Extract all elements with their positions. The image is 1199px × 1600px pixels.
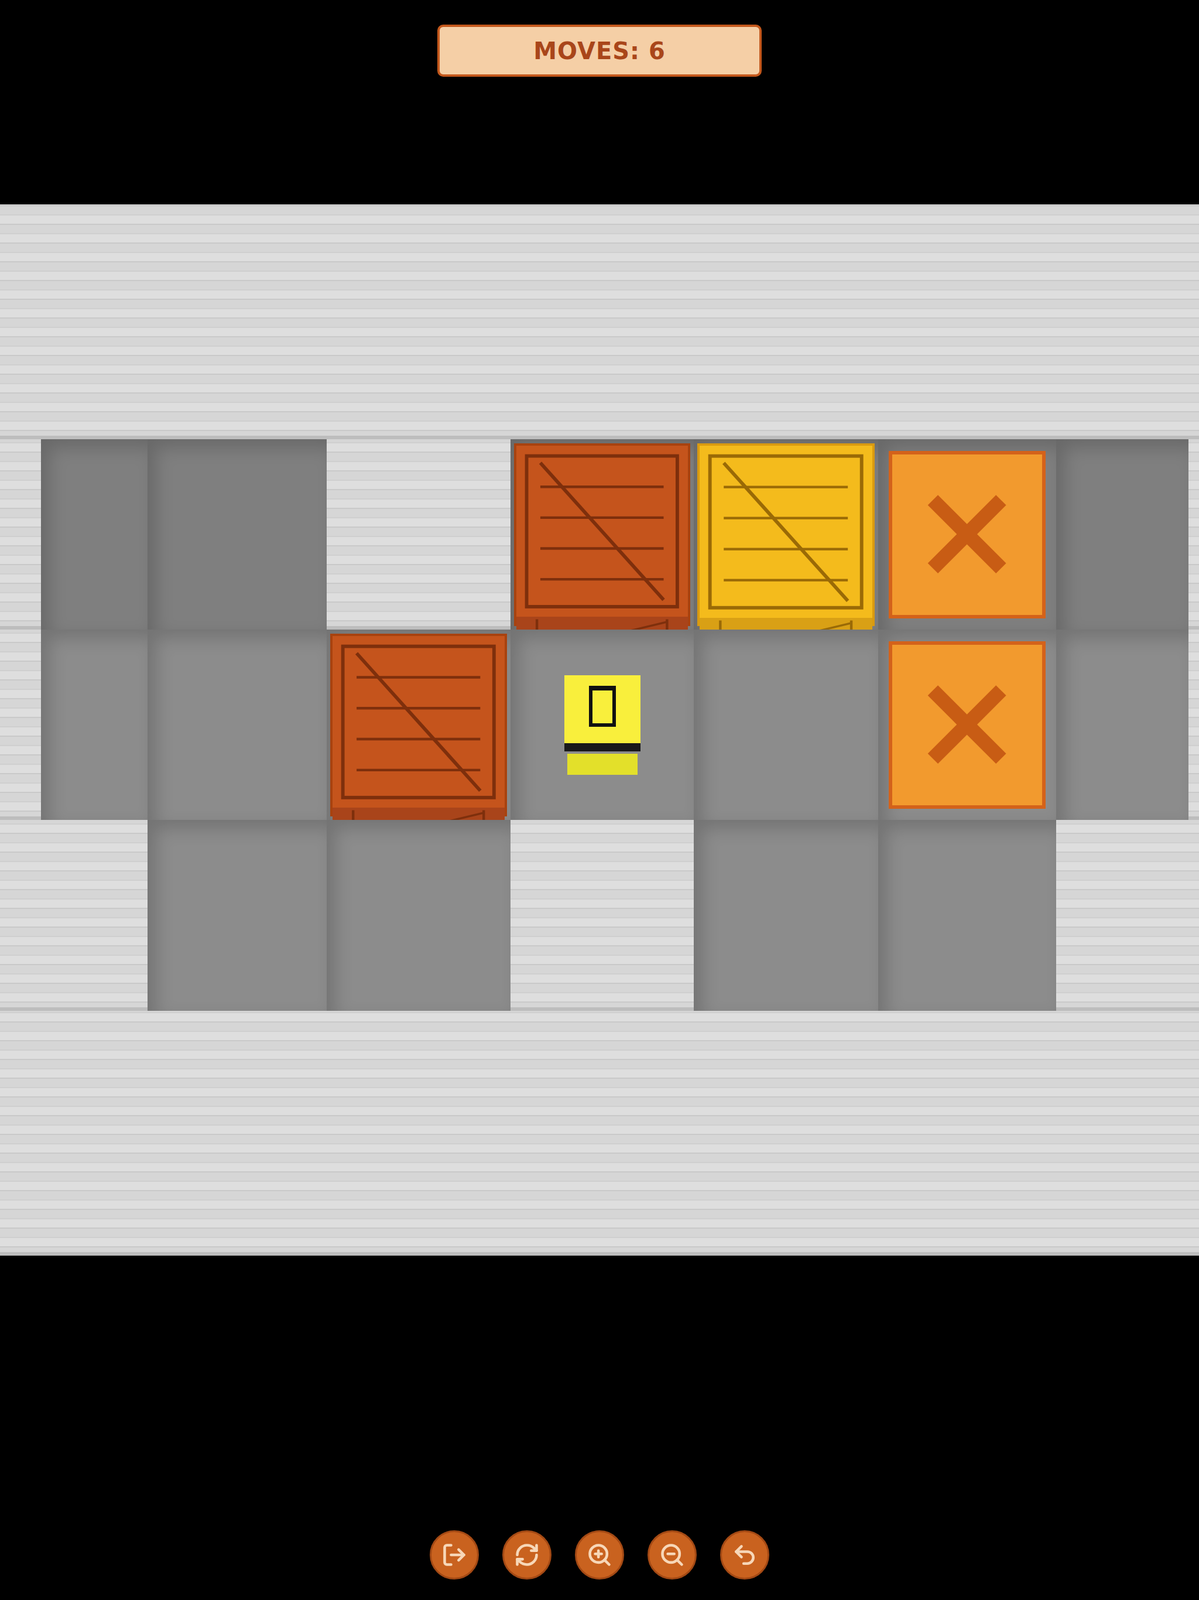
wall-tile — [693, 1010, 879, 1256]
toolbar — [429, 1529, 770, 1579]
zoom-out-button[interactable] — [647, 1529, 697, 1579]
restart-icon — [514, 1541, 540, 1568]
floor-tile — [693, 439, 879, 630]
wall-tile — [1188, 1010, 1199, 1256]
target — [888, 450, 1046, 619]
player[interactable] — [564, 675, 641, 775]
crate-on-target — [697, 443, 875, 626]
target — [888, 641, 1046, 809]
wall-tile — [510, 1010, 694, 1256]
zoom-in-button[interactable] — [574, 1529, 625, 1579]
wall-tile — [1188, 819, 1199, 1011]
player-head — [564, 675, 641, 752]
wall-tile — [0, 204, 41, 440]
floor-tile — [326, 819, 511, 1011]
wall-tile — [878, 204, 1057, 440]
wall-tile — [326, 204, 511, 440]
floor-tile — [693, 629, 879, 820]
floor-tile — [693, 819, 879, 1011]
player-body — [567, 753, 638, 775]
floor-tile — [510, 439, 694, 630]
floor-tile — [326, 629, 511, 820]
x-mark-icon — [922, 676, 1012, 773]
floor-tile — [878, 629, 1057, 820]
undo-icon — [731, 1541, 758, 1568]
floor-tile — [510, 629, 694, 820]
zoom-in-icon — [586, 1541, 613, 1568]
wall-tile — [0, 819, 41, 1011]
floor-tile — [147, 819, 327, 1011]
floor-tile — [40, 629, 148, 820]
restart-button[interactable] — [502, 1529, 552, 1579]
floor-tile — [1056, 629, 1189, 820]
game-board[interactable] — [0, 204, 1199, 1256]
player-hair — [588, 685, 616, 727]
exit-icon — [441, 1541, 468, 1568]
crate-top-icon — [332, 635, 505, 808]
wall-tile — [1056, 819, 1189, 1011]
wall-tile — [0, 1010, 41, 1256]
floor-tile — [878, 819, 1057, 1011]
floor-tile — [1056, 439, 1189, 630]
wall-tile — [510, 204, 694, 440]
wall-tile — [510, 819, 694, 1011]
floor-tile — [40, 439, 148, 630]
x-mark-icon — [922, 485, 1012, 582]
header: MOVES: 6 — [437, 0, 762, 77]
wall-tile — [1188, 204, 1199, 440]
crate — [514, 443, 690, 626]
wall-tile — [40, 204, 148, 440]
wall-tile — [0, 629, 41, 820]
wall-tile — [147, 204, 327, 440]
wall-tile — [1188, 439, 1199, 630]
crate — [330, 633, 507, 817]
crate-top-icon — [699, 445, 872, 618]
exit-button[interactable] — [429, 1529, 479, 1579]
crate-top-icon — [516, 445, 688, 617]
wall-tile — [1056, 1010, 1189, 1256]
wall-tile — [40, 1010, 148, 1256]
wall-tile — [0, 439, 41, 630]
wall-tile — [1188, 629, 1199, 820]
wall-tile — [693, 204, 879, 440]
wall-tile — [878, 1010, 1057, 1256]
wall-tile — [326, 439, 511, 630]
floor-tile — [147, 629, 327, 820]
wall-tile — [147, 1010, 327, 1256]
floor-tile — [147, 439, 327, 630]
wall-tile — [40, 819, 148, 1011]
undo-button[interactable] — [720, 1529, 770, 1579]
game-page: MOVES: 6 — [0, 0, 1199, 1600]
moves-counter: MOVES: 6 — [437, 24, 762, 77]
zoom-out-icon — [659, 1541, 685, 1568]
floor-tile — [878, 439, 1057, 630]
wall-tile — [326, 1010, 511, 1256]
wall-tile — [1056, 204, 1189, 440]
